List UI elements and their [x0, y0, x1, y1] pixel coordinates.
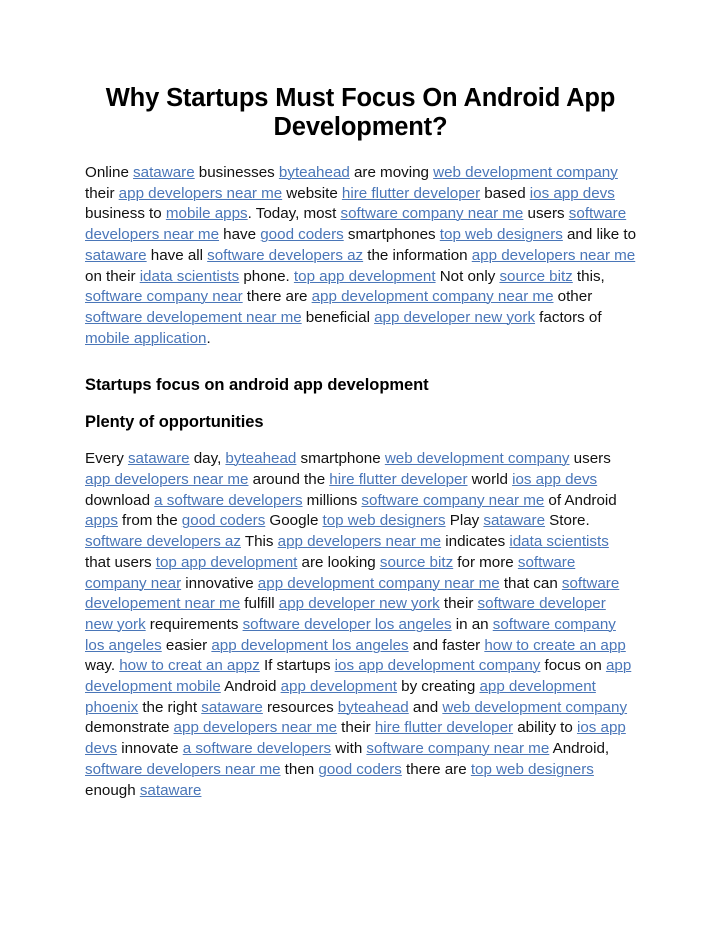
- inline-link[interactable]: web development company: [442, 699, 627, 716]
- inline-link[interactable]: web development company: [385, 450, 570, 467]
- inline-link[interactable]: app developer new york: [279, 595, 440, 612]
- inline-link[interactable]: byteahead: [338, 699, 409, 716]
- inline-link[interactable]: sataware: [140, 782, 202, 799]
- inline-link[interactable]: software developers az: [85, 533, 241, 550]
- inline-link[interactable]: app developers near me: [278, 533, 442, 550]
- section-heading-plenty-of-opportunities: Plenty of opportunities: [85, 413, 264, 432]
- inline-link[interactable]: mobile application: [85, 330, 206, 347]
- inline-link[interactable]: idata scientists: [140, 268, 240, 285]
- inline-link[interactable]: app developer new york: [374, 309, 535, 326]
- inline-link[interactable]: sataware: [483, 512, 545, 529]
- inline-link[interactable]: idata scientists: [509, 533, 609, 550]
- section-heading-startups-focus: Startups focus on android app developmen…: [85, 376, 429, 395]
- inline-link[interactable]: app developers near me: [472, 247, 636, 264]
- inline-link[interactable]: software developement near me: [85, 309, 302, 326]
- document-content: Why Startups Must Focus On Android App D…: [85, 84, 636, 801]
- inline-link[interactable]: apps: [85, 512, 118, 529]
- inline-link[interactable]: software company near: [85, 288, 243, 305]
- inline-link[interactable]: app developers near me: [119, 185, 283, 202]
- page-title: Why Startups Must Focus On Android App D…: [105, 84, 616, 141]
- spacer-heading-paragraph: [85, 432, 636, 449]
- document-page: Why Startups Must Focus On Android App D…: [0, 0, 720, 931]
- inline-link[interactable]: top app development: [294, 268, 436, 285]
- inline-link[interactable]: hire flutter developer: [375, 719, 513, 736]
- inline-link[interactable]: sataware: [85, 247, 147, 264]
- inline-link[interactable]: sataware: [128, 450, 190, 467]
- inline-link[interactable]: top app development: [156, 554, 298, 571]
- spacer-title-paragraph: [85, 142, 636, 163]
- inline-link[interactable]: top web designers: [440, 226, 563, 243]
- inline-link[interactable]: how to create an app: [484, 637, 625, 654]
- inline-link[interactable]: byteahead: [279, 164, 350, 181]
- paragraph-1: Online sataware businesses byteahead are…: [85, 164, 637, 347]
- inline-link[interactable]: app developers near me: [174, 719, 338, 736]
- inline-link[interactable]: a software developers: [183, 740, 331, 757]
- inline-link[interactable]: how to creat an appz: [119, 657, 260, 674]
- inline-link[interactable]: ios app devs: [530, 185, 615, 202]
- inline-link[interactable]: good coders: [260, 226, 344, 243]
- inline-link[interactable]: sataware: [201, 699, 263, 716]
- inline-link[interactable]: web development company: [433, 164, 618, 181]
- inline-link[interactable]: software developer los angeles: [243, 616, 452, 633]
- inline-link[interactable]: software developers near me: [85, 761, 281, 778]
- inline-link[interactable]: hire flutter developer: [342, 185, 480, 202]
- inline-link[interactable]: a software developers: [154, 492, 302, 509]
- inline-link[interactable]: app development company near me: [312, 288, 554, 305]
- inline-link[interactable]: app development: [281, 678, 397, 695]
- inline-link[interactable]: app development company near me: [258, 575, 500, 592]
- inline-link[interactable]: source bitz: [380, 554, 453, 571]
- spacer-paragraph-heading: [85, 349, 636, 375]
- inline-link[interactable]: ios app devs: [512, 471, 597, 488]
- inline-link[interactable]: top web designers: [323, 512, 446, 529]
- inline-link[interactable]: software company near me: [361, 492, 544, 509]
- spacer-heading-heading: [85, 395, 636, 412]
- inline-link[interactable]: hire flutter developer: [329, 471, 467, 488]
- inline-link[interactable]: app development los angeles: [211, 637, 408, 654]
- inline-link[interactable]: byteahead: [225, 450, 296, 467]
- inline-link[interactable]: top web designers: [471, 761, 594, 778]
- inline-link[interactable]: software company near me: [366, 740, 549, 757]
- inline-link[interactable]: mobile apps: [166, 205, 248, 222]
- inline-link[interactable]: sataware: [133, 164, 195, 181]
- inline-link[interactable]: ios app development company: [335, 657, 541, 674]
- inline-link[interactable]: software company near me: [341, 205, 524, 222]
- inline-link[interactable]: software developers az: [207, 247, 363, 264]
- inline-link[interactable]: good coders: [182, 512, 266, 529]
- paragraph-2: Every sataware day, byteahead smartphone…: [85, 450, 632, 799]
- inline-link[interactable]: good coders: [318, 761, 402, 778]
- inline-link[interactable]: app developers near me: [85, 471, 249, 488]
- inline-link[interactable]: source bitz: [499, 268, 572, 285]
